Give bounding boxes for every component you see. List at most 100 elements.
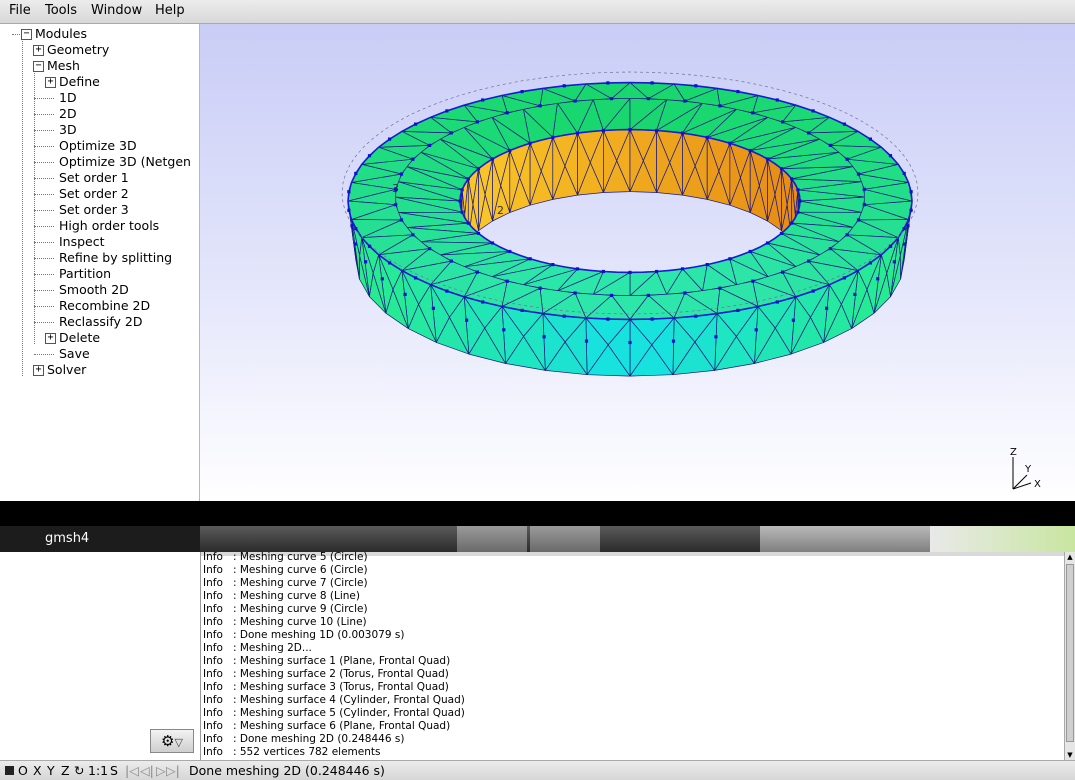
menu-window[interactable]: Window [91, 3, 142, 18]
tree-node-mesh-reclassify-2d[interactable]: Reclassify 2D [59, 314, 142, 330]
tree-node-mesh-define[interactable]: Define [59, 74, 100, 90]
mesh-node [508, 148, 512, 153]
mesh-node [754, 328, 758, 332]
scroll-down-icon[interactable]: ▼ [1065, 750, 1075, 760]
mesh-node [431, 306, 435, 310]
mesh-node [476, 167, 481, 171]
collapse-icon[interactable]: − [21, 29, 32, 40]
expand-icon[interactable]: + [45, 333, 56, 344]
rotate-icon[interactable]: ↻ [74, 763, 84, 779]
tree-node-mesh-set-order-2[interactable]: Set order 2 [59, 186, 129, 202]
mesh-node [445, 109, 449, 113]
tree-line [12, 34, 20, 35]
expand-icon[interactable]: + [33, 45, 44, 56]
scroll-up-icon[interactable]: ▲ [1065, 552, 1075, 562]
tree-node-mesh-delete[interactable]: Delete [59, 330, 100, 346]
mesh-node [428, 143, 432, 147]
message-text: : Meshing curve 5 (Circle) [233, 552, 368, 563]
tree-node-mesh-set-order-1[interactable]: Set order 1 [59, 170, 129, 186]
first-icon[interactable]: |◁ [125, 763, 139, 779]
mesh-node [825, 306, 829, 310]
mesh-node [481, 98, 485, 102]
view-origin-button[interactable]: O [18, 763, 28, 779]
mesh-node [502, 328, 506, 332]
tree-node-mesh-set-order-3[interactable]: Set order 3 [59, 202, 129, 218]
view-s-button[interactable]: S [110, 763, 118, 779]
next-icon[interactable]: ▷ [156, 763, 166, 779]
tree-node-mesh-1d[interactable]: 1D [59, 90, 77, 106]
view-y-button[interactable]: Y [47, 763, 55, 779]
mesh-node [781, 120, 785, 124]
tree-node-mesh-save[interactable]: Save [59, 346, 90, 362]
mesh-node [573, 291, 577, 295]
tree-node-mesh-3d[interactable]: 3D [59, 122, 77, 138]
taskbar-item-gmsh4[interactable]: gmsh4 [0, 526, 200, 552]
mesh-node [791, 318, 795, 322]
mesh-node [728, 141, 732, 145]
menu-help[interactable]: Help [155, 3, 185, 18]
message-line: Info: Meshing surface 5 (Cylinder, Front… [203, 707, 465, 720]
mesh-node [354, 171, 358, 175]
tree-node-solver[interactable]: Solver [47, 362, 86, 378]
message-console[interactable]: Info : Meshing curve 5 (Circle) Info: Mesh… [200, 552, 1065, 760]
tree-node-mesh-refine-by-splitting[interactable]: Refine by splitting [59, 250, 172, 266]
message-line: Info: Meshing surface 1 (Plane, Frontal … [203, 655, 465, 668]
mesh-node [683, 291, 687, 295]
expand-icon[interactable]: + [45, 77, 56, 88]
tree-node-mesh-recombine-2d[interactable]: Recombine 2D [59, 298, 150, 314]
entity-label: 3 [392, 182, 399, 195]
graphics-viewport[interactable]: 32 Z Y X [200, 24, 1075, 501]
tree-node-mesh-inspect[interactable]: Inspect [59, 234, 105, 250]
mesh-node [655, 269, 659, 274]
gear-menu-button[interactable]: ⚙▽ [150, 729, 194, 753]
mesh-node [736, 90, 740, 94]
tree-node-mesh-high-order-tools[interactable]: High order tools [59, 218, 159, 234]
mesh-node [394, 203, 398, 207]
message-scrollbar[interactable]: ▲ ▼ [1064, 552, 1075, 760]
mesh-node [347, 208, 351, 212]
mesh-node [353, 242, 357, 246]
scale-1to1-button[interactable]: 1:1 [88, 763, 108, 779]
tree-node-mesh-smooth-2d[interactable]: Smooth 2D [59, 282, 129, 298]
mesh-node [862, 203, 866, 207]
mesh-node [628, 270, 632, 274]
message-line: Info: Meshing curve 7 (Circle) [203, 577, 465, 590]
torus-mesh: 32 [341, 71, 919, 377]
mesh-node [765, 241, 770, 245]
mesh-node [856, 172, 861, 176]
mesh-node [411, 157, 415, 161]
prev-icon[interactable]: ◁| [140, 763, 154, 779]
menu-tools[interactable]: Tools [45, 3, 77, 18]
tree-node-mesh[interactable]: Mesh [47, 58, 80, 74]
mesh-node [909, 208, 913, 212]
message-line: Info: Meshing curve 10 (Line) [203, 616, 465, 629]
mesh-node [775, 300, 779, 304]
mesh-node [414, 122, 418, 126]
mesh-node [354, 227, 358, 231]
mesh-node [575, 267, 580, 271]
tree-line [22, 38, 23, 376]
collapse-icon[interactable]: − [33, 61, 44, 72]
tree-line [34, 242, 54, 243]
mesh-node [736, 308, 740, 312]
scroll-thumb[interactable] [1066, 564, 1074, 742]
menu-file[interactable]: File [9, 3, 31, 18]
tree-node-mesh-partition[interactable]: Partition [59, 266, 111, 282]
message-text: : Meshing surface 1 (Plane, Frontal Quad… [233, 655, 451, 667]
mesh-node [718, 104, 722, 108]
tree-node-modules[interactable]: Modules [35, 26, 87, 42]
message-line: Info: Meshing curve 9 (Circle) [203, 603, 465, 616]
message-level: Info [203, 733, 223, 745]
mesh-node [868, 137, 872, 141]
mesh-node [807, 131, 811, 135]
last-icon[interactable]: ▷| [166, 763, 180, 779]
tree-node-mesh-2d[interactable]: 2D [59, 106, 77, 122]
view-z-button[interactable]: Z [61, 763, 70, 779]
mesh-node [856, 218, 861, 222]
tree-node-geometry[interactable]: Geometry [47, 42, 109, 58]
tree-line [34, 194, 54, 195]
tree-node-mesh-optimize-3d-netgen[interactable]: Optimize 3D (Netgen [59, 154, 191, 170]
tree-node-mesh-optimize-3d[interactable]: Optimize 3D [59, 138, 137, 154]
view-x-button[interactable]: X [33, 763, 42, 779]
expand-icon[interactable]: + [33, 365, 44, 376]
